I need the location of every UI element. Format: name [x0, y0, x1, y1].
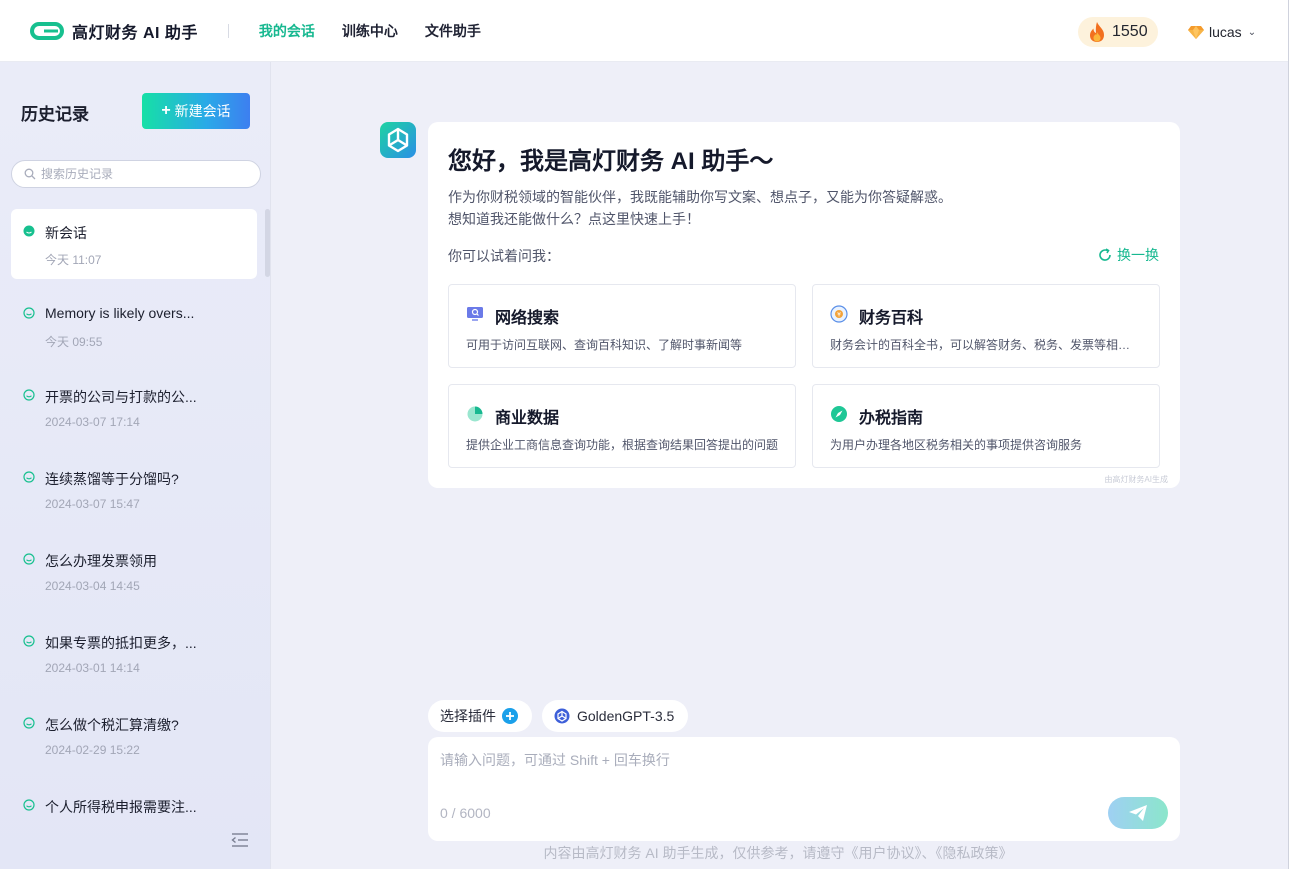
- refresh-label: 换一换: [1117, 247, 1159, 263]
- diamond-icon: [1188, 26, 1204, 39]
- history-item[interactable]: 如果专票的抵扣更多，... 2024-03-01 14:14: [11, 619, 257, 689]
- message-composer: 0 / 6000: [428, 737, 1180, 841]
- plugin-card-description: 可用于访问互联网、查询百科知识、了解时事新闻等: [466, 338, 743, 352]
- model-selector[interactable]: GoldenGPT-3.5: [542, 700, 688, 732]
- plugin-card-tax-guide[interactable]: 办税指南 为用户办理各地区税务相关的事项提供咨询服务: [812, 384, 1160, 468]
- plugin-card-web-search[interactable]: 网络搜索 可用于访问互联网、查询百科知识、了解时事新闻等: [448, 284, 796, 368]
- character-counter: 0 / 6000: [440, 805, 491, 821]
- history-scrollbar[interactable]: [265, 209, 270, 277]
- chat-bubble-icon: [23, 225, 35, 237]
- flame-icon: [1090, 22, 1104, 42]
- plus-icon: +: [161, 102, 171, 119]
- plugin-card-description: 财务会计的百科全书，可以解答财务、税务、发票等相关问题: [830, 338, 1142, 352]
- nav-training-center[interactable]: 训练中心: [342, 21, 398, 41]
- plugin-card-description: 提供企业工商信息查询功能，根据查询结果回答提出的问题: [466, 438, 778, 452]
- history-title: 历史记录: [21, 105, 89, 124]
- chat-bubble-icon: [23, 553, 35, 565]
- brand[interactable]: 高灯财务 AI 助手: [30, 19, 198, 43]
- history-item-time: 今天 11:07: [45, 253, 102, 267]
- history-item-time: 2024-03-01 14:14: [45, 661, 140, 675]
- nav-my-sessions[interactable]: 我的会话: [259, 21, 315, 41]
- chat-bubble-icon: [23, 799, 35, 811]
- model-logo-icon: [554, 708, 570, 724]
- new-session-label: 新建会话: [174, 103, 231, 119]
- history-item-time: 2024-02-29 15:22: [45, 743, 140, 757]
- try-asking-label: 你可以试着问我：: [448, 248, 560, 264]
- ai-generated-note: 由高灯财务AI生成: [1104, 475, 1168, 484]
- history-sidebar: 历史记录 + 新建会话 新会话 今天 11:07 Memory is likel…: [0, 62, 271, 869]
- refresh-icon: [1099, 248, 1111, 261]
- send-button[interactable]: [1108, 797, 1168, 829]
- history-item-title: Memory is likely overs...: [45, 305, 195, 321]
- history-item[interactable]: 个人所得税申报需要注...: [11, 783, 257, 824]
- history-item[interactable]: 怎么办理发票领用 2024-03-04 14:45: [11, 537, 257, 607]
- chat-bubble-icon: [23, 635, 35, 647]
- chat-bubble-icon: [23, 389, 35, 401]
- brand-logo-icon: [30, 21, 64, 40]
- message-input[interactable]: [440, 750, 1160, 800]
- finance-encyclopedia-icon: ¥: [830, 305, 848, 323]
- brand-divider: [227, 23, 229, 38]
- history-item[interactable]: Memory is likely overs... 今天 09:55: [11, 291, 257, 361]
- nav-file-assistant[interactable]: 文件助手: [425, 21, 481, 41]
- select-plugin-label: 选择插件: [440, 708, 496, 724]
- chat-bubble-icon: [23, 471, 35, 483]
- chat-bubble-icon: [23, 307, 35, 319]
- chevron-down-icon: ⌄: [1247, 26, 1257, 38]
- history-search[interactable]: [11, 160, 261, 188]
- pie-chart-icon: [467, 406, 483, 422]
- chat-bubble-icon: [23, 717, 35, 729]
- compass-icon: [831, 406, 847, 422]
- history-list: 新会话 今天 11:07 Memory is likely overs... 今…: [11, 209, 257, 824]
- plugin-card-title: 办税指南: [859, 410, 924, 427]
- history-item[interactable]: 连续蒸馏等于分馏吗? 2024-03-07 15:47: [11, 455, 257, 525]
- history-item-title: 新会话: [45, 225, 87, 241]
- history-item-time: 2024-03-07 17:14: [45, 415, 140, 429]
- main-nav: 我的会话 训练中心 文件助手: [259, 21, 508, 41]
- history-item-title: 怎么做个税汇算清缴?: [45, 717, 179, 733]
- svg-text:¥: ¥: [837, 312, 841, 319]
- points-value: 1550: [1112, 23, 1148, 40]
- add-circle-icon: [502, 708, 518, 724]
- welcome-title: 您好，我是高灯财务 AI 助手～: [448, 148, 774, 175]
- history-search-input[interactable]: [41, 167, 241, 181]
- history-item-title: 如果专票的抵扣更多，...: [45, 635, 197, 651]
- history-item-title: 开票的公司与打款的公...: [45, 389, 197, 405]
- history-item[interactable]: 开票的公司与打款的公... 2024-03-07 17:14: [11, 373, 257, 443]
- plugin-card-title: 网络搜索: [495, 310, 560, 327]
- disclaimer: 内容由高灯财务 AI 助手生成，仅供参考，请遵守《用户协议》、《隐私政策》: [543, 845, 1013, 861]
- brand-name: 高灯财务 AI 助手: [72, 24, 198, 42]
- plugin-card-title: 财务百科: [859, 310, 924, 327]
- search-icon: [24, 168, 36, 180]
- assistant-avatar-icon: [380, 122, 416, 158]
- refresh-suggestions-button[interactable]: 换一换: [1098, 245, 1159, 265]
- welcome-card: 您好，我是高灯财务 AI 助手～ 作为你财税领域的智能伙伴，我既能辅助你写文案、…: [428, 122, 1180, 488]
- plugin-card-finance-encyclopedia[interactable]: ¥ 财务百科 财务会计的百科全书，可以解答财务、税务、发票等相关问题: [812, 284, 1160, 368]
- history-item[interactable]: 怎么做个税汇算清缴? 2024-02-29 15:22: [11, 701, 257, 771]
- history-item-time: 今天 09:55: [45, 335, 103, 349]
- send-icon: [1129, 805, 1147, 821]
- new-session-button[interactable]: + 新建会话: [142, 93, 250, 129]
- history-item-title: 个人所得税申报需要注...: [45, 799, 197, 815]
- points-badge[interactable]: 1550: [1078, 17, 1158, 47]
- plugin-card-title: 商业数据: [495, 410, 560, 427]
- history-item-time: 2024-03-04 14:45: [45, 579, 140, 593]
- welcome-quickstart-link[interactable]: 想知道我还能做什么？点这里快速上手！: [448, 209, 700, 229]
- history-item[interactable]: 新会话 今天 11:07: [11, 209, 257, 279]
- monitor-search-icon: [467, 307, 483, 321]
- history-item-title: 怎么办理发票领用: [45, 553, 157, 569]
- user-name: lucas: [1209, 24, 1242, 40]
- user-menu[interactable]: lucas ⌄: [1188, 20, 1256, 44]
- collapse-sidebar-icon[interactable]: [231, 833, 249, 847]
- select-plugin-button[interactable]: 选择插件: [428, 700, 532, 732]
- plugin-card-business-data[interactable]: 商业数据 提供企业工商信息查询功能，根据查询结果回答提出的问题: [448, 384, 796, 468]
- top-bar: 高灯财务 AI 助手 我的会话 训练中心 文件助手 1550 lucas ⌄: [0, 0, 1289, 62]
- model-name: GoldenGPT-3.5: [577, 708, 675, 724]
- plugin-card-description: 为用户办理各地区税务相关的事项提供咨询服务: [830, 438, 1083, 452]
- history-item-title: 连续蒸馏等于分馏吗?: [45, 471, 179, 487]
- history-item-time: 2024-03-07 15:47: [45, 497, 140, 511]
- welcome-description: 作为你财税领域的智能伙伴，我既能辅助你写文案、想点子，又能为你答疑解惑。: [448, 189, 952, 205]
